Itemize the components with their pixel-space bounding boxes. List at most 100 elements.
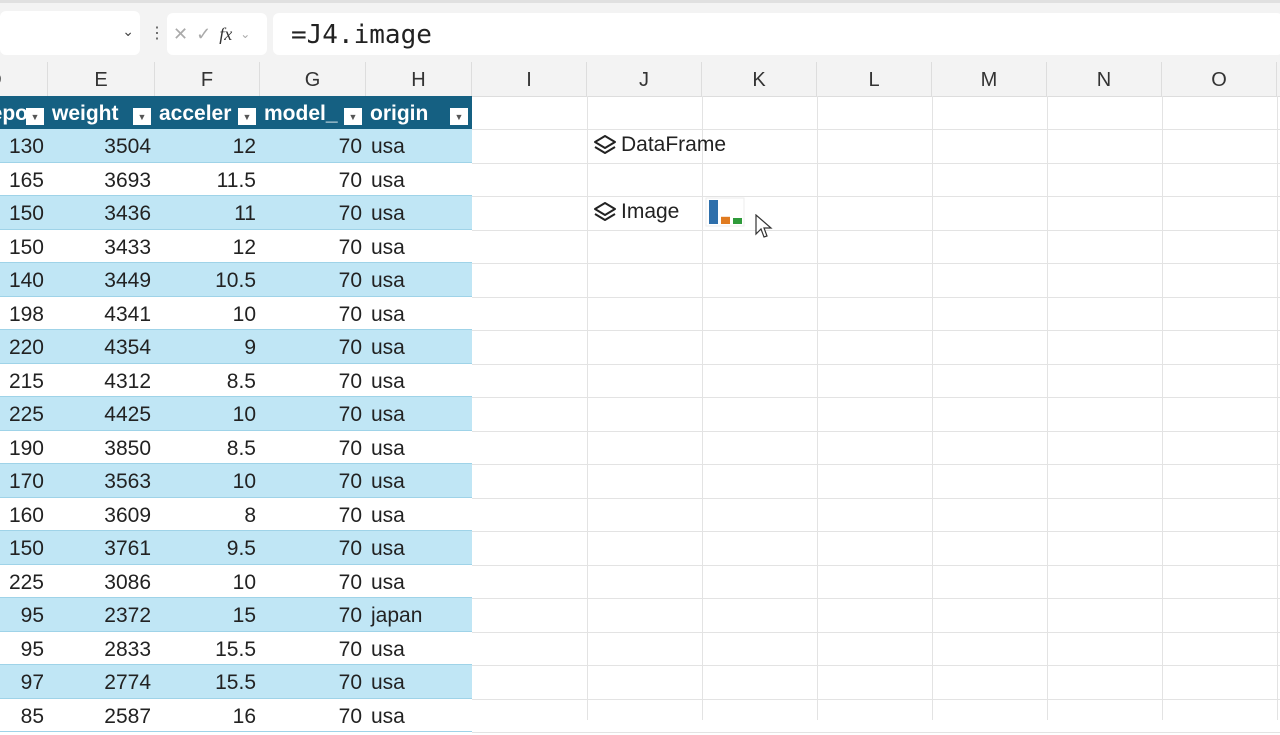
- table-cell[interactable]: 70: [339, 397, 362, 433]
- table-cell[interactable]: 10: [233, 565, 256, 601]
- table-cell[interactable]: 70: [339, 163, 362, 199]
- chevron-down-icon[interactable]: ⌄: [122, 23, 134, 40]
- column-header-L[interactable]: L: [817, 62, 932, 96]
- table-cell[interactable]: 70: [339, 464, 362, 500]
- table-cell[interactable]: 150: [9, 196, 44, 232]
- column-header-M[interactable]: M: [932, 62, 1047, 96]
- column-header-N[interactable]: N: [1047, 62, 1162, 96]
- column-header-F[interactable]: F: [155, 62, 260, 96]
- table-cell[interactable]: 15.5: [215, 665, 256, 701]
- table-cell[interactable]: 12: [233, 230, 256, 266]
- column-header-H[interactable]: H: [366, 62, 472, 96]
- table-cell[interactable]: usa: [371, 431, 405, 467]
- table-cell[interactable]: 3433: [104, 230, 151, 266]
- table-cell[interactable]: 140: [9, 263, 44, 299]
- chart-thumbnail[interactable]: [705, 197, 745, 227]
- filter-dropdown-button[interactable]: ▼: [133, 108, 151, 125]
- table-cell[interactable]: 190: [9, 431, 44, 467]
- image-cell[interactable]: Image: [593, 200, 679, 224]
- table-cell[interactable]: usa: [371, 464, 405, 500]
- table-cell[interactable]: 70: [339, 129, 362, 165]
- table-cell[interactable]: 3504: [104, 129, 151, 165]
- table-cell[interactable]: usa: [371, 230, 405, 266]
- table-cell[interactable]: 12: [233, 129, 256, 165]
- table-cell[interactable]: 16: [233, 699, 256, 735]
- table-cell[interactable]: usa: [371, 330, 405, 366]
- table-cell[interactable]: 3761: [104, 531, 151, 567]
- table-cell[interactable]: usa: [371, 531, 405, 567]
- name-box[interactable]: ⌄: [0, 11, 140, 55]
- table-cell[interactable]: 198: [9, 297, 44, 333]
- column-header-E[interactable]: E: [48, 62, 155, 96]
- table-cell[interactable]: 130: [9, 129, 44, 165]
- table-cell[interactable]: 70: [339, 565, 362, 601]
- table-cell[interactable]: 4312: [104, 364, 151, 400]
- table-cell[interactable]: 3436: [104, 196, 151, 232]
- table-cell[interactable]: 2774: [104, 665, 151, 701]
- column-header-J[interactable]: J: [587, 62, 702, 96]
- table-cell[interactable]: 2587: [104, 699, 151, 735]
- table-cell[interactable]: 95: [21, 598, 44, 634]
- table-cell[interactable]: 215: [9, 364, 44, 400]
- table-cell[interactable]: 3850: [104, 431, 151, 467]
- table-cell[interactable]: 11.5: [217, 163, 256, 199]
- table-cell[interactable]: 225: [9, 565, 44, 601]
- cancel-icon[interactable]: ✕: [173, 24, 188, 45]
- filter-dropdown-button[interactable]: ▼: [26, 108, 44, 125]
- column-header-D[interactable]: D: [0, 62, 48, 96]
- table-cell[interactable]: 4425: [104, 397, 151, 433]
- table-cell[interactable]: 15: [233, 598, 256, 634]
- table-cell[interactable]: usa: [371, 632, 405, 668]
- more-options-icon[interactable]: ⋮: [149, 23, 165, 43]
- table-cell[interactable]: 3693: [104, 163, 151, 199]
- table-cell[interactable]: 8.5: [227, 431, 256, 467]
- table-cell[interactable]: 150: [9, 230, 44, 266]
- table-cell[interactable]: 10.5: [215, 263, 256, 299]
- table-cell[interactable]: 70: [339, 431, 362, 467]
- table-cell[interactable]: 2833: [104, 632, 151, 668]
- table-cell[interactable]: 95: [21, 632, 44, 668]
- column-header-O[interactable]: O: [1162, 62, 1277, 96]
- table-cell[interactable]: 170: [9, 464, 44, 500]
- insert-function-icon[interactable]: fx: [219, 24, 232, 45]
- table-cell[interactable]: 70: [339, 263, 362, 299]
- table-cell[interactable]: 70: [339, 665, 362, 701]
- table-cell[interactable]: 150: [9, 531, 44, 567]
- table-cell[interactable]: 70: [339, 598, 362, 634]
- table-cell[interactable]: 70: [339, 531, 362, 567]
- filter-dropdown-button[interactable]: ▼: [238, 108, 256, 125]
- table-cell[interactable]: 70: [339, 230, 362, 266]
- table-cell[interactable]: usa: [371, 163, 405, 199]
- table-cell[interactable]: 9.5: [227, 531, 256, 567]
- table-cell[interactable]: 15.5: [215, 632, 256, 668]
- table-cell[interactable]: 3609: [104, 498, 151, 534]
- table-cell[interactable]: 70: [339, 632, 362, 668]
- table-cell[interactable]: 9: [244, 330, 256, 366]
- formula-input[interactable]: =J4.image: [273, 13, 1280, 55]
- table-cell[interactable]: 4341: [104, 297, 151, 333]
- table-cell[interactable]: 70: [339, 297, 362, 333]
- table-cell[interactable]: usa: [371, 297, 405, 333]
- table-cell[interactable]: 3449: [104, 263, 151, 299]
- table-cell[interactable]: usa: [371, 263, 405, 299]
- table-cell[interactable]: usa: [371, 129, 405, 165]
- table-cell[interactable]: 225: [9, 397, 44, 433]
- column-header-G[interactable]: G: [260, 62, 366, 96]
- table-cell[interactable]: 11: [234, 196, 256, 232]
- table-cell[interactable]: 160: [9, 498, 44, 534]
- column-header-I[interactable]: I: [472, 62, 587, 96]
- table-cell[interactable]: 10: [233, 297, 256, 333]
- chevron-down-icon[interactable]: ⌄: [240, 27, 250, 41]
- table-cell[interactable]: 8.5: [227, 364, 256, 400]
- table-cell[interactable]: 3563: [104, 464, 151, 500]
- table-cell[interactable]: 70: [339, 330, 362, 366]
- table-cell[interactable]: japan: [371, 598, 422, 634]
- table-cell[interactable]: usa: [371, 565, 405, 601]
- table-cell[interactable]: 3086: [104, 565, 151, 601]
- table-cell[interactable]: 70: [339, 364, 362, 400]
- table-cell[interactable]: usa: [371, 364, 405, 400]
- table-cell[interactable]: 2372: [104, 598, 151, 634]
- table-cell[interactable]: usa: [371, 665, 405, 701]
- table-cell[interactable]: 10: [233, 464, 256, 500]
- filter-dropdown-button[interactable]: ▼: [450, 108, 468, 125]
